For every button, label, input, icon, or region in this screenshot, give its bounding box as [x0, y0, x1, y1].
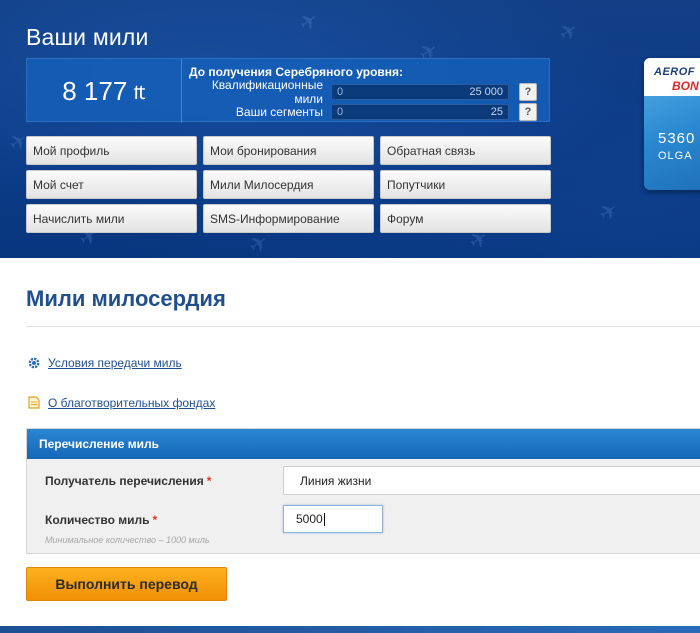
nav-claim-miles[interactable]: Начислить мили	[26, 204, 197, 233]
transfer-panel: Перечисление миль Получатель перечислени…	[26, 428, 700, 554]
miles-amount-input[interactable]: 5000	[283, 505, 383, 533]
miles-balance-value: 8 177	[62, 75, 128, 106]
page-title: Мили милосердия	[26, 286, 226, 311]
qualifying-miles-bar: 0 25 000	[331, 84, 509, 100]
plane-decoration-icon: ✈	[594, 196, 624, 229]
nav-my-profile[interactable]: Мой профиль	[26, 136, 197, 165]
recipient-select[interactable]: Линия жизни	[283, 466, 700, 495]
qualifying-miles-row: Квалификационные мили 0 25 000 ?	[189, 78, 544, 106]
card-brand: AEROF	[654, 66, 695, 78]
document-icon	[26, 395, 41, 410]
nav-feedback[interactable]: Обратная связь	[380, 136, 551, 165]
segments-help-button[interactable]: ?	[519, 103, 537, 121]
miles-title: Ваши мили	[26, 24, 149, 50]
minimum-hint: Минимальное количество – 1000 миль	[45, 535, 210, 545]
card-brand-bonus: BON	[672, 79, 699, 93]
nav-my-bookings[interactable]: Мои бронирования	[203, 136, 374, 165]
conditions-link-row: Условия передачи миль	[26, 355, 182, 370]
funds-link-row: О благотворительных фондах	[26, 395, 215, 410]
nav-forum[interactable]: Форум	[380, 204, 551, 233]
segments-target: 25	[490, 106, 503, 118]
account-nav: Мой профиль Мои бронирования Обратная св…	[26, 136, 551, 233]
plane-decoration-icon: ✈	[244, 228, 274, 258]
miles-amount-value: 5000	[296, 512, 323, 526]
miles-currency-icon: ₶	[133, 81, 146, 104]
recipient-label: Получатель перечисления *	[45, 474, 212, 488]
nav-charity-miles[interactable]: Мили Милосердия	[203, 170, 374, 199]
plane-decoration-icon: ✈	[554, 16, 584, 49]
text-caret	[323, 512, 325, 526]
balance-panel: 8 177 ₶ До получения Серебряного уровня:…	[26, 58, 550, 123]
title-divider	[26, 326, 700, 327]
required-mark: *	[152, 513, 158, 527]
qualifying-miles-label: Квалификационные мили	[211, 78, 323, 106]
segments-label: Ваши сегменты	[235, 105, 323, 119]
card-number: 5360	[658, 130, 696, 147]
miles-balance: 8 177 ₶	[27, 59, 182, 123]
nav-companions[interactable]: Попутчики	[380, 170, 551, 199]
card-holder: OLGA	[658, 150, 693, 162]
gear-icon	[26, 355, 41, 370]
transfer-panel-title: Перечисление миль	[27, 429, 700, 459]
segments-current: 0	[337, 106, 344, 118]
qualifying-miles-target: 25 000	[469, 86, 503, 98]
conditions-link[interactable]: Условия передачи миль	[48, 356, 182, 370]
segments-bar: 0 25	[331, 104, 509, 120]
submit-transfer-button[interactable]: Выполнить перевод	[26, 567, 227, 601]
plane-decoration-icon: ✈	[294, 6, 324, 39]
qualifying-miles-current: 0	[337, 86, 344, 98]
nav-sms-info[interactable]: SMS-Информирование	[203, 204, 374, 233]
amount-label: Количество миль *	[45, 513, 158, 527]
footer-bar	[0, 626, 700, 633]
loyalty-card: AEROF BON 5360 OLGA	[644, 58, 700, 190]
required-mark: *	[206, 474, 212, 488]
recipient-value: Линия жизни	[300, 473, 372, 488]
qualifying-miles-help-button[interactable]: ?	[519, 83, 537, 101]
header-banner: ✈ ✈ ✈ ✈ ✈ ✈ ✈ ✈ Ваши мили 8 177 ₶ До пол…	[0, 0, 700, 258]
silver-level-progress: До получения Серебряного уровня: Квалифи…	[189, 65, 544, 123]
nav-my-account[interactable]: Мой счет	[26, 170, 197, 199]
segments-row: Ваши сегменты 0 25 ?	[189, 103, 544, 121]
goal-title: До получения Серебряного уровня:	[189, 65, 404, 79]
funds-link[interactable]: О благотворительных фондах	[48, 396, 215, 410]
